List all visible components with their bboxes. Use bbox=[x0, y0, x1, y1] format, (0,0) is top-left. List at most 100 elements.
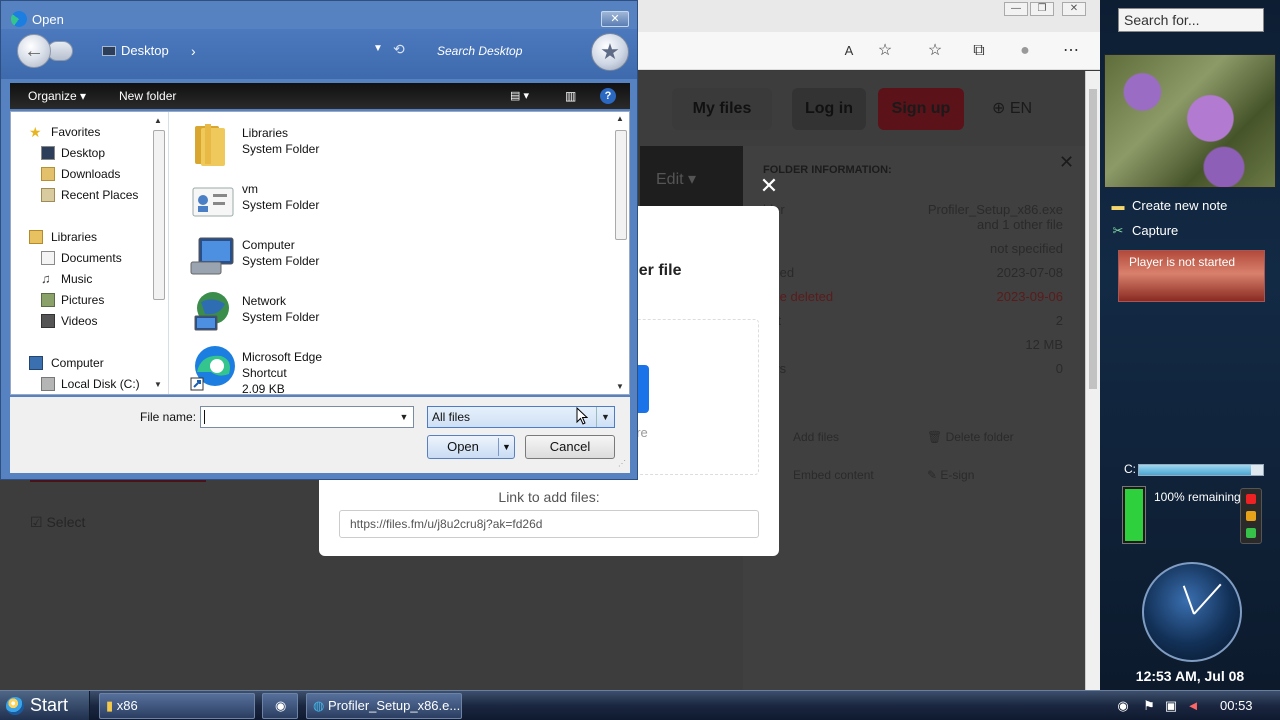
language-selector[interactable]: ⊕ EN bbox=[982, 88, 1042, 130]
tray-status-icon[interactable]: ◉ bbox=[1114, 697, 1132, 715]
more-menu-icon[interactable]: ⋯ bbox=[1060, 40, 1082, 62]
browser-minimize-button[interactable]: — bbox=[1004, 2, 1028, 16]
taskbar-item-app[interactable]: ◉ bbox=[262, 693, 298, 719]
nav-item-music[interactable]: ♫ Music bbox=[11, 269, 151, 289]
taskbar-item-profiler[interactable]: ◍ Profiler_Setup_x86.e... bbox=[306, 693, 462, 719]
scroll-up-icon[interactable]: ▲ bbox=[616, 114, 624, 123]
cancel-button[interactable]: Cancel bbox=[525, 435, 615, 459]
file-item-vm[interactable]: vm System Folder bbox=[189, 174, 609, 226]
nav-item-pictures[interactable]: Pictures bbox=[11, 290, 151, 310]
file-item-computer[interactable]: Computer System Folder bbox=[189, 230, 609, 282]
volume-muted-icon[interactable]: ◄ bbox=[1184, 697, 1202, 715]
refresh-icon[interactable]: ⟲ bbox=[393, 41, 405, 58]
nav-item-label: Recent Places bbox=[61, 188, 139, 202]
select-checkbox[interactable]: ☑ Select bbox=[30, 514, 85, 531]
dialog-title: Open bbox=[32, 12, 64, 27]
nav-item-favorites[interactable]: ★ Favorites bbox=[11, 122, 151, 142]
nav-item-recent-places[interactable]: Recent Places bbox=[11, 185, 151, 205]
collections-icon[interactable]: ⧉ bbox=[968, 40, 990, 62]
favorites-star-icon[interactable]: ★ bbox=[591, 33, 629, 71]
file-item-network[interactable]: Network System Folder bbox=[189, 286, 609, 338]
taskbar-item-x86[interactable]: ▮ x86 bbox=[99, 693, 255, 719]
folder-info-value: Profiler_Setup_x86.exe and 1 other file bbox=[928, 202, 1063, 232]
globe-icon: ⊕ bbox=[991, 100, 1010, 117]
slideshow-photo[interactable] bbox=[1104, 54, 1276, 188]
status-lights bbox=[1240, 488, 1262, 544]
add-favorite-icon[interactable]: ☆ bbox=[874, 40, 896, 62]
sidebar-search-input[interactable]: Search for... bbox=[1118, 8, 1264, 32]
nav-item-label: Videos bbox=[61, 314, 98, 328]
trash-icon: 🗑 bbox=[927, 430, 946, 444]
profile-icon[interactable]: ● bbox=[1014, 40, 1036, 62]
file-item-microsoft-edge[interactable]: Microsoft Edge Shortcut 2.09 KB bbox=[189, 342, 609, 396]
sign-up-button[interactable]: Sign up bbox=[878, 88, 964, 130]
nav-item-label: Local Disk (C:) bbox=[61, 377, 140, 391]
nav-item-documents[interactable]: Documents bbox=[11, 248, 151, 268]
file-name-input[interactable] bbox=[200, 406, 414, 428]
modal-close-icon[interactable]: ✕ bbox=[758, 175, 780, 197]
folder-info-row: ews0 bbox=[763, 361, 1063, 376]
browser-restore-button[interactable]: ❐ bbox=[1030, 2, 1054, 16]
start-button[interactable]: Start bbox=[0, 691, 90, 720]
folder-info-value: 2023-09-06 bbox=[996, 289, 1064, 304]
favorites-icon[interactable]: ☆ bbox=[924, 40, 946, 62]
browser-close-button[interactable]: ✕ bbox=[1062, 2, 1086, 16]
delete-folder-action[interactable]: 🗑 Delete folder bbox=[927, 430, 1014, 444]
scroll-down-icon[interactable]: ▼ bbox=[616, 382, 624, 391]
nav-item-libraries[interactable]: Libraries bbox=[11, 227, 151, 247]
file-list-scrollbar-thumb[interactable] bbox=[615, 130, 627, 240]
nav-item-desktop[interactable]: Desktop bbox=[11, 143, 151, 163]
nav-item-computer[interactable]: Computer bbox=[11, 353, 151, 373]
edit-menu[interactable]: Edit ▾ bbox=[640, 146, 743, 214]
select-label: Select bbox=[46, 514, 86, 530]
note-icon: ▬ bbox=[1111, 198, 1125, 213]
navigation-pane-scrollbar-thumb[interactable] bbox=[153, 130, 165, 300]
organize-label: Organize bbox=[28, 89, 77, 103]
link-input[interactable] bbox=[339, 510, 759, 538]
file-item-libraries[interactable]: Libraries System Folder bbox=[189, 118, 609, 170]
file-type-value: All files bbox=[432, 410, 471, 424]
capture-item[interactable]: ✂ Capture bbox=[1110, 221, 1270, 241]
signature-icon: ✎ bbox=[927, 468, 941, 482]
media-player-gadget[interactable]: Player is not started bbox=[1118, 250, 1265, 302]
navigation-pane-scrollbar[interactable]: ▲ ▼ bbox=[151, 116, 167, 390]
folder-info-header: FOLDER INFORMATION: bbox=[763, 164, 892, 176]
e-sign-action[interactable]: ✎ E-sign bbox=[927, 468, 974, 482]
create-new-note-item[interactable]: ▬ Create new note bbox=[1110, 196, 1270, 216]
nav-item-downloads[interactable]: Downloads bbox=[11, 164, 151, 184]
organize-button[interactable]: Organize ▾ bbox=[28, 83, 86, 109]
embed-content-action[interactable]: Embed content bbox=[793, 468, 874, 482]
back-button[interactable]: ← bbox=[17, 34, 51, 68]
open-button[interactable]: Open ▼ bbox=[427, 435, 515, 459]
resize-grip-icon[interactable]: ⋰ bbox=[618, 459, 628, 469]
dialog-close-button[interactable]: ✕ bbox=[601, 11, 629, 27]
preview-pane-icon[interactable]: ▥ bbox=[565, 83, 576, 109]
nav-item-local-disk[interactable]: Local Disk (C:) bbox=[11, 374, 151, 394]
close-icon[interactable]: ✕ bbox=[1059, 152, 1074, 173]
read-aloud-icon[interactable]: A bbox=[838, 40, 860, 62]
address-dropdown-icon[interactable]: ▼ bbox=[373, 43, 383, 54]
taskbar-clock[interactable]: 00:53 bbox=[1220, 691, 1253, 720]
flag-icon[interactable]: ⚑ bbox=[1140, 697, 1158, 715]
log-in-button[interactable]: Log in bbox=[792, 88, 866, 130]
network-icon[interactable]: ▣ bbox=[1162, 697, 1180, 715]
new-folder-button[interactable]: New folder bbox=[119, 83, 176, 109]
view-options-icon[interactable]: ▤ ▾ bbox=[510, 83, 529, 109]
open-dropdown-icon[interactable]: ▼ bbox=[498, 438, 514, 456]
scroll-down-icon[interactable]: ▼ bbox=[154, 380, 162, 389]
page-scrollbar-thumb[interactable] bbox=[1089, 89, 1097, 389]
scroll-up-icon[interactable]: ▲ bbox=[154, 116, 162, 125]
breadcrumb-chevron-icon[interactable]: › bbox=[191, 41, 196, 61]
computer-icon bbox=[190, 237, 234, 275]
file-name-dropdown-icon[interactable]: ▼ bbox=[396, 408, 412, 426]
red-light bbox=[1246, 494, 1256, 504]
drive-label: C: bbox=[1124, 462, 1136, 476]
page-scrollbar[interactable] bbox=[1085, 71, 1100, 690]
dialog-search-input[interactable]: Search Desktop bbox=[431, 41, 581, 61]
my-files-link[interactable]: My files bbox=[672, 88, 772, 130]
help-icon[interactable]: ? bbox=[600, 88, 616, 104]
file-list-scrollbar[interactable]: ▲ ▼ bbox=[614, 112, 628, 394]
nav-item-videos[interactable]: Videos bbox=[11, 311, 151, 331]
add-files-action[interactable]: Add files bbox=[793, 430, 839, 444]
arrow-left-icon: ← bbox=[24, 40, 44, 62]
